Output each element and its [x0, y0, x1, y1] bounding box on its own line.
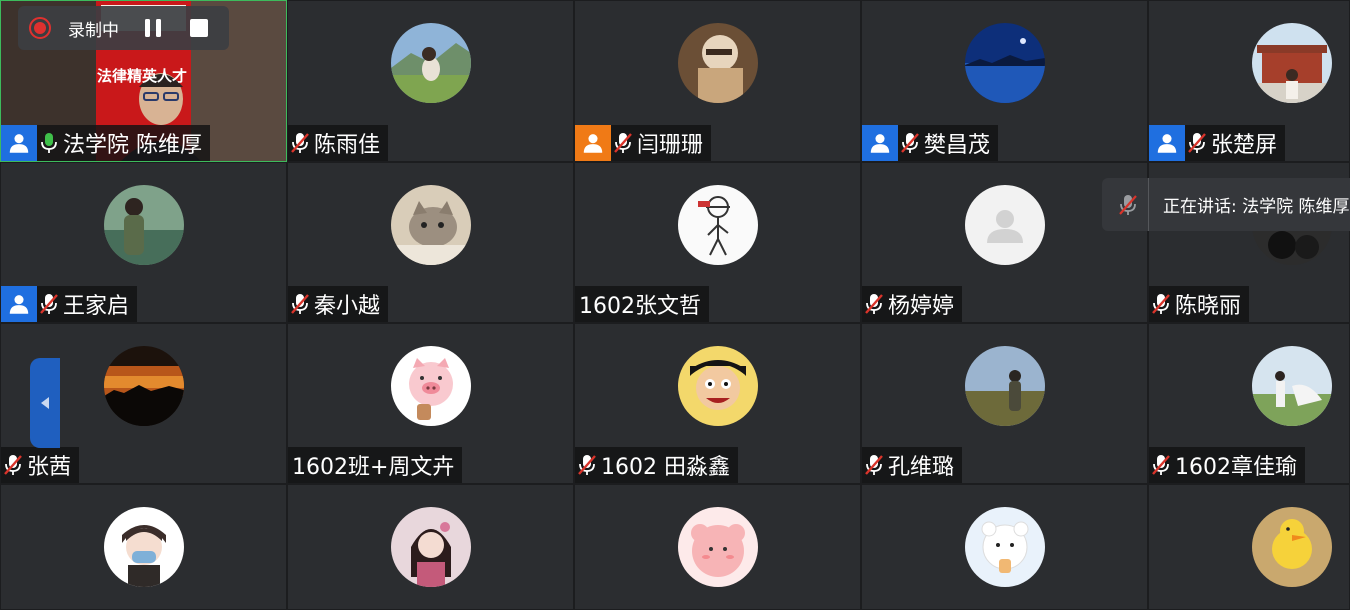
participant-name: 杨婷婷: [888, 294, 955, 319]
participant-label: 1602张文哲: [575, 286, 709, 322]
mic-on-icon: [37, 128, 61, 158]
mic-muted-icon: [611, 128, 635, 158]
user-icon: [1, 286, 37, 322]
user-icon: [575, 125, 611, 161]
mic-muted-icon: [288, 128, 312, 158]
video-banner-text: 法律精英人才: [97, 68, 188, 85]
participant-label: 王家启: [1, 286, 138, 322]
avatar: [103, 507, 184, 587]
avatar: [964, 346, 1045, 426]
participant-name: 孔维璐: [888, 455, 955, 480]
participant-tile[interactable]: 1602张文哲: [574, 162, 861, 323]
sidebar-toggle-button[interactable]: [30, 358, 60, 448]
pause-recording-button[interactable]: [141, 16, 165, 40]
mic-muted-icon: [862, 450, 886, 480]
recording-bar: 录制中: [18, 6, 229, 50]
participant-tile[interactable]: 张楚屏: [1148, 0, 1350, 162]
participant-name: 陈雨佳: [314, 133, 381, 158]
participant-label: 闫珊珊: [575, 125, 712, 161]
participant-tile[interactable]: 陈雨佳: [287, 0, 574, 162]
avatar: [390, 507, 471, 587]
mic-muted-icon: [1149, 450, 1173, 480]
participant-tile[interactable]: 孔维璐: [861, 323, 1148, 484]
participant-label: 秦小越: [288, 286, 389, 322]
chevron-left-icon: [41, 397, 49, 409]
participant-name: 1602 田淼鑫: [601, 455, 730, 480]
participant-name: 樊昌茂: [924, 133, 991, 158]
avatar: [964, 507, 1045, 587]
participant-name: 王家启: [63, 294, 130, 319]
participant-label: 1602班+周文卉: [288, 447, 463, 483]
participant-label: 孔维璐: [862, 447, 963, 483]
recording-status: 录制中: [68, 20, 119, 41]
participant-label: 张楚屏: [1149, 125, 1286, 161]
participant-name: 1602班+周文卉: [292, 455, 455, 480]
avatar: [390, 185, 471, 265]
participant-name: 张楚屏: [1211, 133, 1278, 158]
avatar: [1252, 346, 1332, 426]
avatar: [1252, 507, 1332, 587]
stop-icon: [190, 19, 208, 37]
pause-icon: [145, 19, 161, 37]
avatar: [103, 185, 184, 265]
participant-label: 张茜: [1, 447, 80, 483]
speaking-indicator: 正在讲话: 法学院 陈维厚: [1102, 178, 1350, 231]
participant-label: 1602 田淼鑫: [575, 447, 738, 483]
user-icon: [1, 125, 37, 161]
avatar: [677, 23, 758, 103]
mic-muted-icon: [1185, 128, 1209, 158]
avatar: [964, 23, 1045, 103]
avatar: [390, 346, 471, 426]
participant-tile[interactable]: [0, 484, 287, 610]
mic-muted-icon: [288, 289, 312, 319]
participant-tile[interactable]: [287, 484, 574, 610]
participant-name: 张茜: [27, 455, 72, 480]
participant-tile[interactable]: [574, 484, 861, 610]
participant-name: 陈晓丽: [1175, 294, 1242, 319]
participant-tile[interactable]: 1602 田淼鑫: [574, 323, 861, 484]
default-user-avatar: [964, 185, 1045, 265]
participant-grid: 法律精英人才 法学院 陈维厚 陈雨佳 闫珊珊 樊昌茂 张楚屏 王家启 秦小越 1…: [0, 0, 1350, 610]
participant-tile[interactable]: 闫珊珊: [574, 0, 861, 162]
participant-name: 1602张文哲: [579, 294, 701, 319]
mic-muted-icon: [898, 128, 922, 158]
mic-muted-icon: [37, 289, 61, 319]
recording-indicator-icon: [28, 16, 52, 40]
participant-tile[interactable]: 1602班+周文卉: [287, 323, 574, 484]
participant-name: 闫珊珊: [637, 133, 704, 158]
participant-label: 樊昌茂: [862, 125, 999, 161]
speaking-text: 正在讲话: 法学院 陈维厚: [1163, 197, 1350, 217]
mic-muted-icon: [1149, 289, 1173, 319]
user-icon: [862, 125, 898, 161]
avatar: [677, 507, 758, 587]
avatar: [103, 346, 184, 426]
mic-muted-icon: [1108, 178, 1149, 231]
avatar: [677, 346, 758, 426]
participant-label: 杨婷婷: [862, 286, 963, 322]
mic-muted-icon: [862, 289, 886, 319]
user-icon: [1149, 125, 1185, 161]
participant-label: 法学院 陈维厚: [1, 125, 210, 161]
participant-name: 法学院 陈维厚: [63, 133, 202, 158]
participant-tile[interactable]: [861, 484, 1148, 610]
participant-tile[interactable]: 秦小越: [287, 162, 574, 323]
participant-label: 1602章佳瑜: [1149, 447, 1305, 483]
mic-muted-icon: [1, 450, 25, 480]
stop-recording-button[interactable]: [187, 16, 211, 40]
avatar: [677, 185, 758, 265]
participant-label: 陈雨佳: [288, 125, 389, 161]
participant-tile[interactable]: 王家启: [0, 162, 287, 323]
participant-label: 陈晓丽: [1149, 286, 1250, 322]
participant-tile[interactable]: 1602章佳瑜: [1148, 323, 1350, 484]
avatar: [1252, 23, 1332, 103]
participant-tile[interactable]: [1148, 484, 1350, 610]
participant-name: 秦小越: [314, 294, 381, 319]
participant-name: 1602章佳瑜: [1175, 455, 1297, 480]
avatar: [390, 23, 471, 103]
mic-muted-icon: [575, 450, 599, 480]
participant-tile[interactable]: 樊昌茂: [861, 0, 1148, 162]
